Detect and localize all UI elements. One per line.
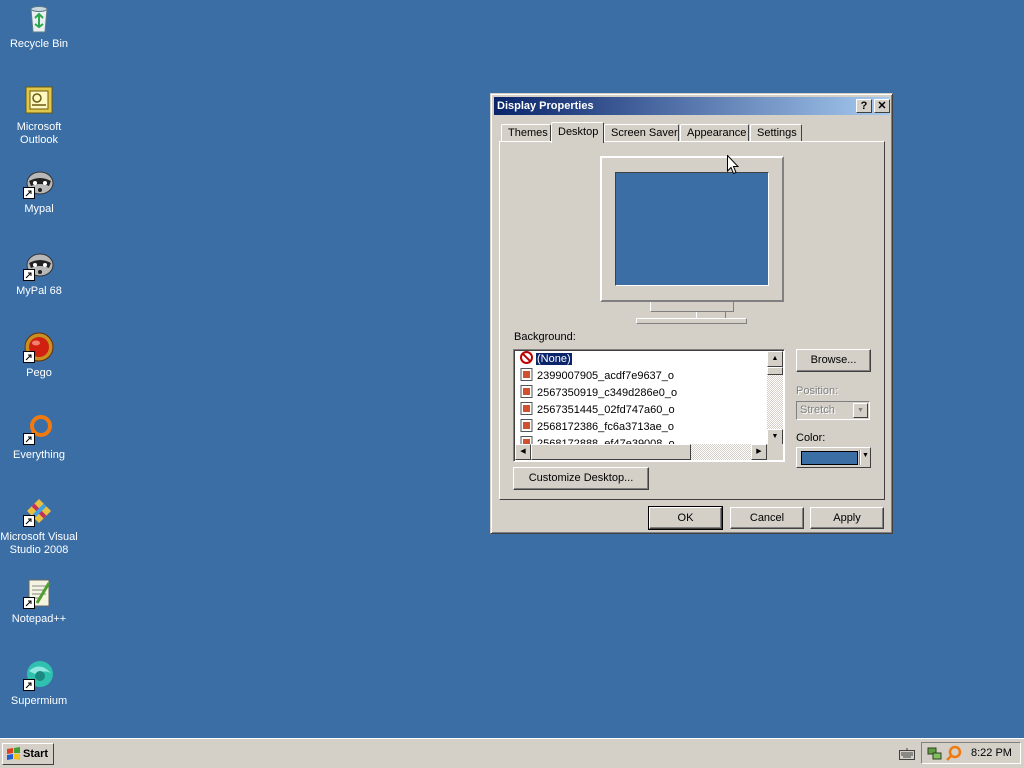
desktop-icon-label: MyPal 68	[16, 285, 62, 297]
image-file-icon	[520, 419, 533, 432]
background-label: Background:	[514, 331, 576, 343]
scroll-up-icon[interactable]: ▲	[767, 351, 783, 367]
background-listbox[interactable]: (None) 2399007905_acdf7e9637_o 256735091…	[513, 349, 785, 462]
desktop-icon-pego[interactable]: Pego	[0, 331, 78, 380]
desktop-icon-label: Microsoft Outlook	[16, 121, 62, 146]
scroll-right-icon[interactable]: ▶	[751, 444, 767, 460]
desktop-icon-visual-studio[interactable]: Microsoft Visual Studio 2008	[0, 495, 78, 557]
position-select-value: Stretch	[800, 404, 835, 416]
desktop-icon-supermium[interactable]: Supermium	[0, 659, 78, 708]
desktop-icon-label: Recycle Bin	[9, 38, 69, 50]
start-button[interactable]: Start	[2, 743, 54, 765]
tab-settings[interactable]: Settings	[750, 124, 802, 142]
tab-desktop[interactable]: Desktop	[551, 122, 604, 143]
shortcut-arrow-icon	[23, 597, 35, 609]
monitor-preview	[600, 156, 784, 302]
chevron-down-icon: ▼	[862, 452, 869, 459]
desktop-icon-outlook[interactable]: Microsoft Outlook	[0, 85, 78, 147]
everything-search-icon	[23, 413, 55, 445]
color-button-separator	[859, 450, 861, 465]
shortcut-arrow-icon	[23, 269, 35, 281]
image-file-icon	[520, 368, 533, 381]
help-button[interactable]: ?	[856, 99, 872, 113]
color-swatch	[801, 451, 858, 465]
list-item[interactable]: 2568172386_fc6a3713ae_o	[520, 419, 675, 435]
horizontal-scrollbar[interactable]: ◀ ▶	[515, 444, 767, 460]
keyboard-icon[interactable]	[899, 748, 915, 760]
horizontal-scroll-thumb[interactable]	[531, 444, 691, 460]
position-select[interactable]: Stretch ▼	[796, 401, 870, 420]
supermium-icon	[23, 659, 55, 691]
monitor-neck	[650, 302, 734, 312]
desktop-icon-mypal[interactable]: Mypal	[0, 167, 78, 216]
pego-orb-icon	[23, 331, 55, 363]
search-tray-icon[interactable]	[946, 745, 962, 764]
system-tray: 8:22 PM	[921, 742, 1021, 764]
desktop-icon-mypal-68[interactable]: MyPal 68	[0, 249, 78, 298]
windows-logo-icon	[6, 747, 21, 761]
customize-desktop-button[interactable]: Customize Desktop...	[513, 467, 649, 490]
shortcut-arrow-icon	[23, 187, 35, 199]
desktop-icon-label: Everything	[13, 449, 65, 461]
desktop-icon-recycle-bin[interactable]: Recycle Bin	[0, 2, 78, 51]
monitor-foot	[636, 318, 747, 324]
taskbar: Start 8:22 PM	[0, 738, 1024, 768]
window-title: Display Properties	[497, 100, 594, 112]
tab-themes[interactable]: Themes	[501, 124, 551, 142]
scroll-down-icon[interactable]: ▼	[767, 429, 783, 445]
desktop-icon-label: Mypal	[24, 203, 54, 215]
shortcut-arrow-icon	[23, 679, 35, 691]
scroll-left-icon[interactable]: ◀	[515, 444, 531, 460]
recycle-bin-icon	[23, 2, 55, 34]
list-item-label: 2567350919_c349d286e0_o	[537, 387, 678, 399]
desktop-icon-label: Supermium	[10, 695, 68, 707]
network-tray-icon[interactable]	[926, 745, 942, 764]
mypal-raccoon-icon	[23, 249, 55, 281]
none-icon	[520, 351, 533, 364]
shortcut-arrow-icon	[23, 515, 35, 527]
image-file-icon	[520, 385, 533, 398]
list-item-label: 2567351445_02fd747a60_o	[537, 404, 675, 416]
vertical-scroll-thumb[interactable]	[767, 367, 783, 375]
list-item[interactable]: 2567350919_c349d286e0_o	[520, 385, 678, 401]
shortcut-arrow-icon	[23, 351, 35, 363]
tab-appearance[interactable]: Appearance	[680, 124, 749, 142]
browse-button[interactable]: Browse...	[796, 349, 871, 372]
tab-screen-saver[interactable]: Screen Saver	[604, 124, 679, 142]
list-item[interactable]: 2399007905_acdf7e9637_o	[520, 368, 675, 384]
cancel-button[interactable]: Cancel	[730, 507, 804, 529]
clock[interactable]: 8:22 PM	[971, 747, 1012, 759]
close-button[interactable]: ✕	[874, 99, 890, 113]
list-item-label: 2568172386_fc6a3713ae_o	[537, 421, 675, 433]
list-item[interactable]: (None)	[520, 351, 573, 367]
desktop-icon-everything[interactable]: Everything	[0, 413, 78, 462]
position-label: Position:	[796, 385, 839, 397]
mypal-raccoon-icon	[23, 167, 55, 199]
start-label: Start	[23, 748, 49, 760]
desktop-icon-label: Pego	[26, 367, 52, 379]
shortcut-arrow-icon	[23, 433, 35, 445]
notepad-plus-plus-icon	[23, 577, 55, 609]
color-picker-button[interactable]: ▼	[796, 447, 871, 468]
scrollbar-corner	[767, 444, 783, 460]
vertical-scrollbar[interactable]: ▲ ▼	[767, 351, 783, 445]
list-item-label: (None)	[535, 352, 573, 366]
color-label: Color:	[796, 432, 826, 444]
window-titlebar[interactable]: Display Properties ? ✕	[494, 97, 890, 115]
list-item-label: 2399007905_acdf7e9637_o	[537, 370, 675, 382]
mouse-cursor-icon	[727, 154, 740, 178]
desktop-icon-label: Notepad++	[11, 613, 67, 625]
preview-screen	[615, 172, 769, 286]
apply-button[interactable]: Apply	[810, 507, 884, 529]
chevron-down-icon[interactable]: ▼	[853, 403, 868, 418]
desktop-icon-notepad-plus-plus[interactable]: Notepad++	[0, 577, 78, 626]
desktop-icon-label: Microsoft Visual Studio 2008	[0, 531, 78, 556]
list-item[interactable]: 2567351445_02fd747a60_o	[520, 402, 676, 418]
visual-studio-icon	[23, 495, 55, 527]
image-file-icon	[520, 402, 533, 415]
ok-button[interactable]: OK	[648, 506, 723, 530]
outlook-icon	[23, 85, 55, 117]
